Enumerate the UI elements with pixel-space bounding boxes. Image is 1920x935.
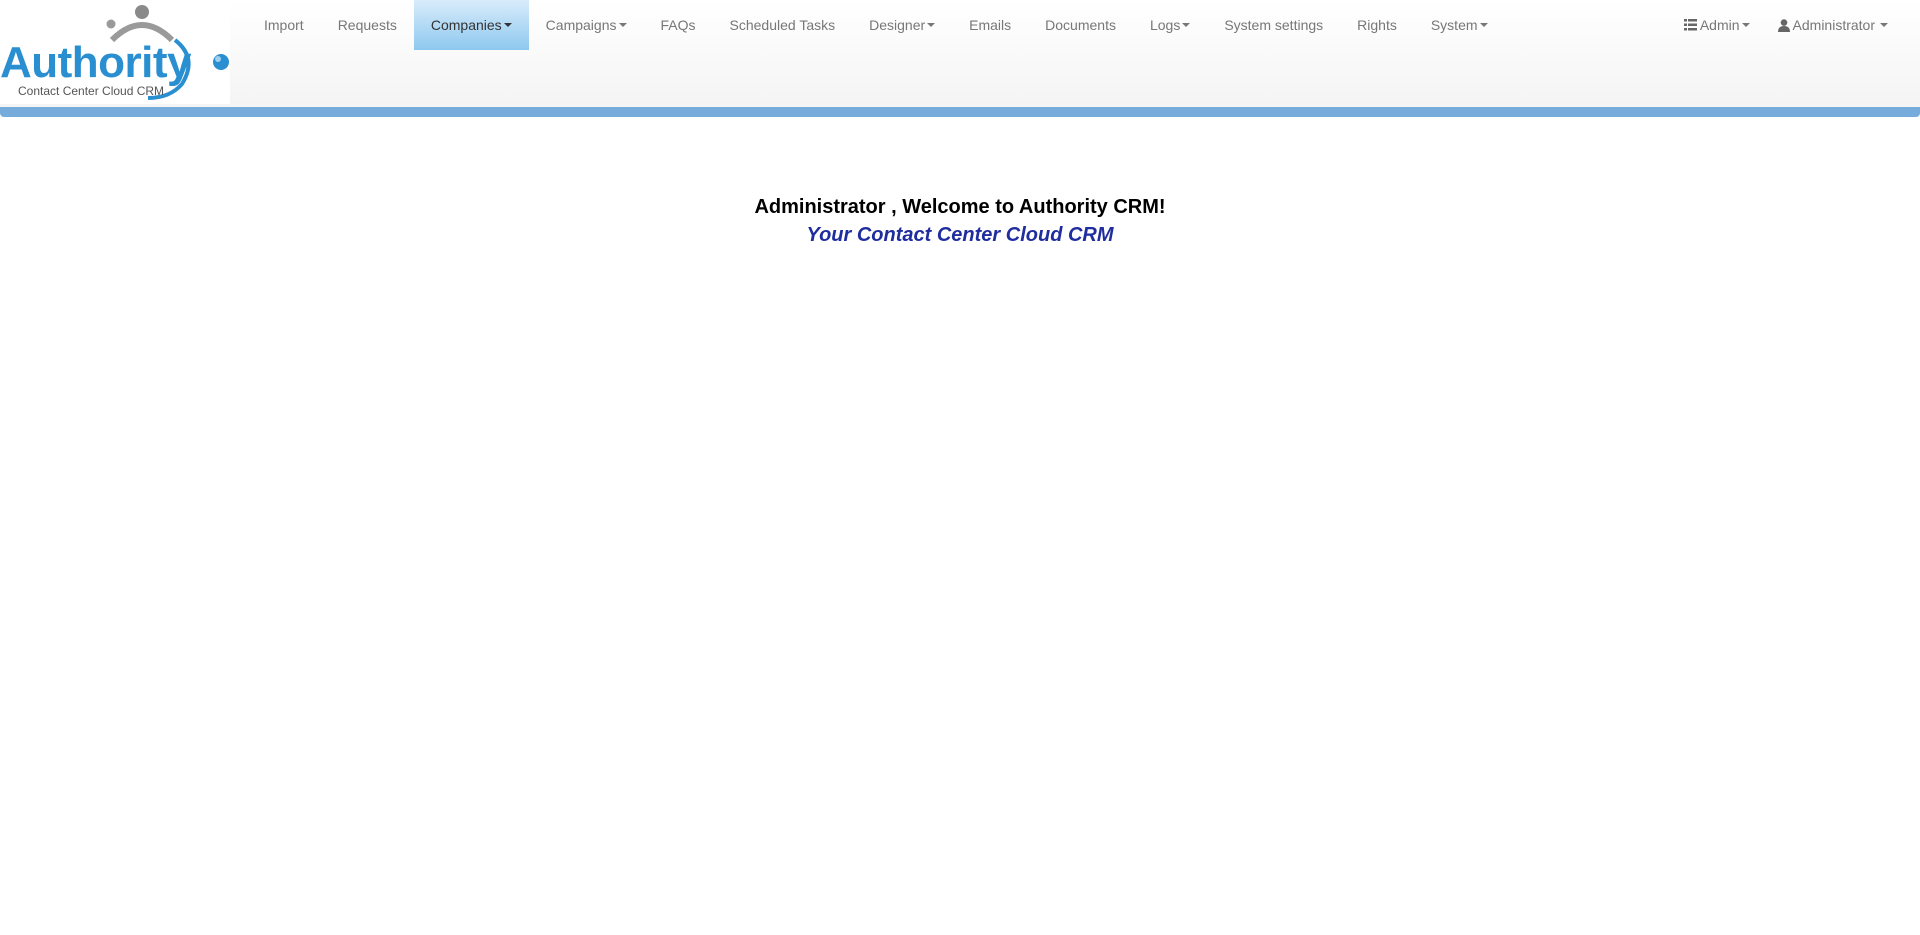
chevron-down-icon xyxy=(1880,23,1888,27)
chevron-down-icon xyxy=(1741,23,1750,27)
welcome-section: Administrator , Welcome to Authority CRM… xyxy=(0,194,1920,248)
navbar-accent-strip xyxy=(0,107,1920,117)
nav-item-documents[interactable]: Documents xyxy=(1028,0,1133,50)
nav-item-requests[interactable]: Requests xyxy=(321,0,414,50)
nav-item-label: System settings xyxy=(1224,17,1324,33)
nav-item-faqs[interactable]: FAQs xyxy=(644,0,713,50)
main-nav: Import Requests Companies Campaigns FAQs Sche… xyxy=(247,0,1505,50)
user-menu-label: Administrator xyxy=(1792,17,1875,33)
nav-item-designer[interactable]: Designer xyxy=(852,0,952,50)
chevron-down-icon xyxy=(927,23,936,27)
list-icon xyxy=(1683,19,1697,31)
nav-item-campaigns[interactable]: Campaigns xyxy=(529,0,644,50)
welcome-subtitle: Your Contact Center Cloud CRM xyxy=(806,224,1114,246)
nav-item-rights[interactable]: Rights xyxy=(1340,0,1414,50)
chevron-down-icon xyxy=(503,23,512,27)
nav-item-label: Requests xyxy=(337,17,397,33)
nav-right: Admin Administrator xyxy=(1670,0,1905,50)
top-navbar: Authority Contact Center Cloud CRM Impor… xyxy=(0,0,1920,108)
nav-item-label: Campaigns xyxy=(545,17,617,33)
nav-item-scheduled-tasks[interactable]: Scheduled Tasks xyxy=(713,0,853,50)
nav-item-label: Emails xyxy=(969,17,1012,33)
chevron-down-icon xyxy=(1479,23,1488,27)
nav-item-label: Documents xyxy=(1045,17,1116,33)
nav-item-label: Logs xyxy=(1149,17,1181,33)
nav-item-import[interactable]: Import xyxy=(247,0,321,50)
nav-item-system[interactable]: System xyxy=(1414,0,1505,50)
nav-item-label: FAQs xyxy=(660,17,696,33)
nav-item-emails[interactable]: Emails xyxy=(952,0,1028,50)
user-icon xyxy=(1777,18,1790,32)
nav-item-companies[interactable]: Companies xyxy=(413,0,529,50)
nav-item-label: System xyxy=(1430,17,1478,33)
nav-item-label: Designer xyxy=(869,17,926,33)
chevron-down-icon xyxy=(1182,23,1191,27)
brand-logo[interactable]: Authority Contact Center Cloud CRM xyxy=(0,0,230,104)
welcome-title: Administrator , Welcome to Authority CRM… xyxy=(754,196,1166,218)
chevron-down-icon xyxy=(618,23,627,27)
nav-item-label: Scheduled Tasks xyxy=(729,17,836,33)
logo-tagline: Contact Center Cloud CRM xyxy=(18,84,165,98)
nav-item-label: Companies xyxy=(430,17,502,33)
nav-item-system-settings[interactable]: System settings xyxy=(1207,0,1340,50)
nav-item-label: Import xyxy=(264,17,304,33)
admin-menu[interactable]: Admin xyxy=(1670,0,1764,50)
admin-menu-label: Admin xyxy=(1699,17,1740,33)
logo-wordmark: Authority xyxy=(0,38,192,87)
nav-item-logs[interactable]: Logs xyxy=(1133,0,1207,50)
nav-item-label: Rights xyxy=(1357,17,1397,33)
user-menu[interactable]: Administrator xyxy=(1764,0,1905,50)
